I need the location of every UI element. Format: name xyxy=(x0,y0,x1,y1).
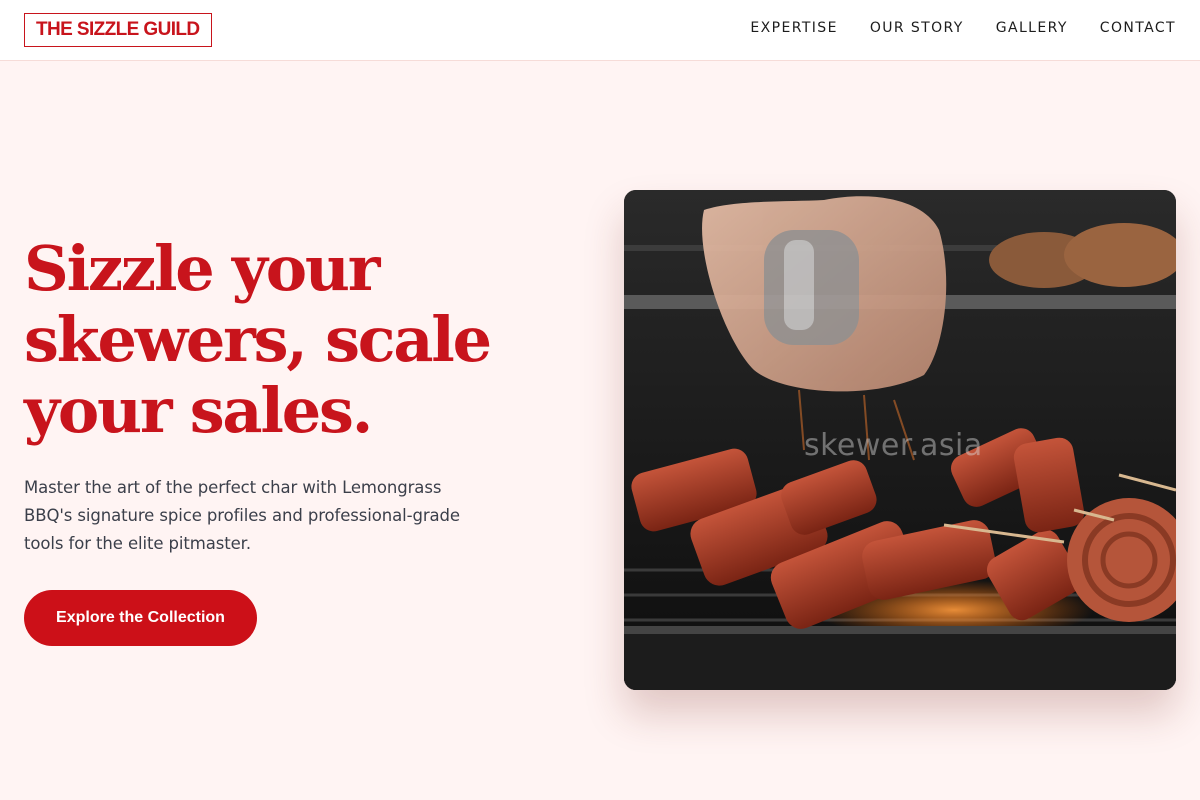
main-nav: EXPERTISE OUR STORY GALLERY CONTACT xyxy=(718,20,1176,36)
nav-link-gallery[interactable]: GALLERY xyxy=(996,20,1068,36)
explore-collection-button[interactable]: Explore the Collection xyxy=(24,590,257,646)
hero-subtitle: Master the art of the perfect char with … xyxy=(24,478,460,553)
top-navigation-bar: THE SIZZLE GUILD EXPERTISE OUR STORY GAL… xyxy=(0,0,1200,61)
hero-image-grill-skewers: skewer.asia xyxy=(624,190,1176,690)
brand-logo[interactable]: THE SIZZLE GUILD xyxy=(24,13,212,47)
nav-link-contact[interactable]: CONTACT xyxy=(1100,20,1176,36)
nav-link-our-story[interactable]: OUR STORY xyxy=(870,20,964,36)
image-watermark: skewer.asia xyxy=(804,428,983,463)
nav-link-expertise[interactable]: EXPERTISE xyxy=(750,20,837,36)
hero-headline: Sizzle your skewers, scale your sales. xyxy=(24,232,492,447)
